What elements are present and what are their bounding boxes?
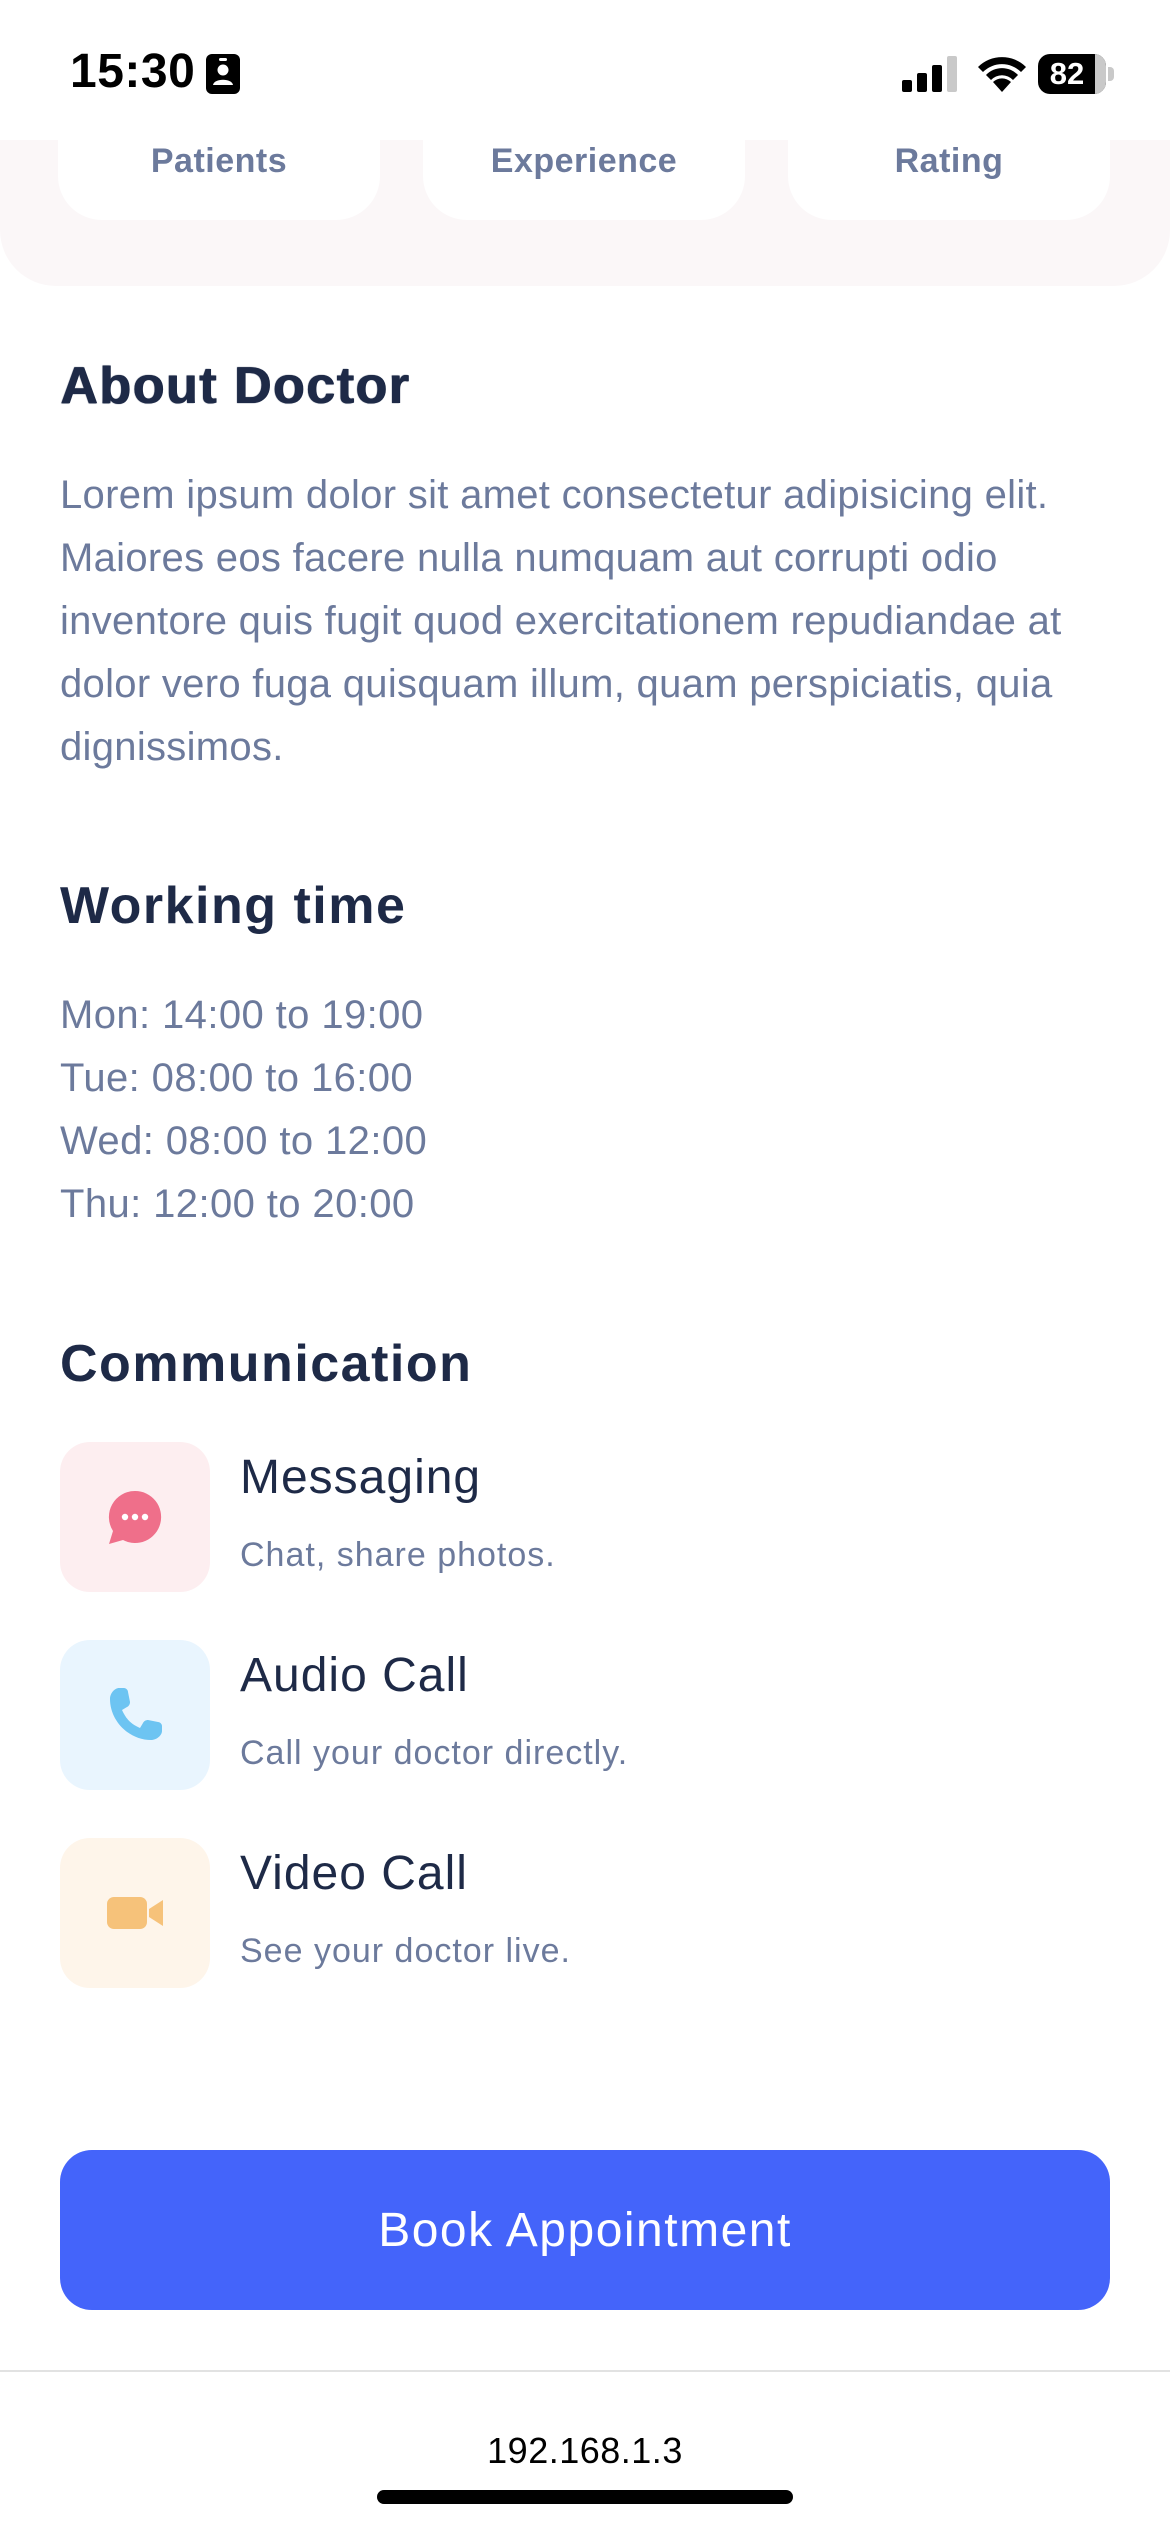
battery-body: 82 [1038, 54, 1106, 94]
communication-item-audio-call[interactable]: Audio Call Call your doctor directly. [60, 1640, 1110, 1790]
book-appointment-button[interactable]: Book Appointment [60, 2150, 1110, 2310]
communication-item-video-call[interactable]: Video Call See your doctor live. [60, 1838, 1110, 1988]
stat-label: Experience [490, 142, 678, 180]
browser-bottom-bar: 192.168.1.3 [0, 2370, 1170, 2532]
video-call-icon-box [60, 1838, 210, 1988]
communication-name: Video Call [240, 1847, 468, 1900]
chat-bubble-icon [108, 1490, 162, 1544]
working-hours-row: Wed: 08:00 to 12:00 [60, 1119, 428, 1163]
working-hours-row: Tue: 08:00 to 16:00 [60, 1056, 414, 1100]
doctor-detail-screen: 15:30 82 Patients Experience Rating Abou… [0, 0, 1170, 2532]
cellular-signal-icon [902, 56, 957, 92]
video-camera-icon [107, 1897, 163, 1929]
working-hours-list: Mon: 14:00 to 19:00 Tue: 08:00 to 16:00 … [60, 984, 427, 1236]
phone-icon [110, 1688, 162, 1740]
stat-card-patients: Patients [58, 140, 380, 220]
communication-description: Chat, share photos. [240, 1536, 556, 1574]
about-text: Lorem ipsum dolor sit amet consectetur a… [60, 473, 1062, 769]
messaging-icon-box [60, 1442, 210, 1592]
communication-name: Messaging [240, 1451, 482, 1504]
battery-icon: 82 [1038, 54, 1114, 94]
stat-card-experience: Experience [423, 140, 745, 220]
status-bar: 15:30 82 [0, 0, 1170, 140]
about-title: About Doctor [60, 357, 411, 415]
stat-label: Patients [150, 142, 288, 180]
communication-description: Call your doctor directly. [240, 1734, 629, 1772]
audio-call-icon-box [60, 1640, 210, 1790]
home-indicator[interactable] [377, 2490, 793, 2504]
contact-card-icon [206, 54, 240, 94]
address-bar-url[interactable]: 192.168.1.3 [0, 2430, 1170, 2472]
communication-item-messaging[interactable]: Messaging Chat, share photos. [60, 1442, 1110, 1592]
status-time: 15:30 [70, 45, 196, 98]
communication-description: See your doctor live. [240, 1932, 571, 1970]
stat-label: Rating [894, 142, 1004, 180]
communication-name: Audio Call [240, 1649, 469, 1702]
working-time-title: Working time [60, 877, 407, 935]
stats-panel: Patients Experience Rating [0, 140, 1170, 286]
stat-card-rating: Rating [788, 140, 1110, 220]
battery-level: 82 [1049, 56, 1085, 91]
working-hours-row: Thu: 12:00 to 20:00 [60, 1182, 415, 1226]
communication-title: Communication [60, 1335, 473, 1393]
wifi-icon [978, 57, 1026, 92]
working-hours-row: Mon: 14:00 to 19:00 [60, 993, 424, 1037]
